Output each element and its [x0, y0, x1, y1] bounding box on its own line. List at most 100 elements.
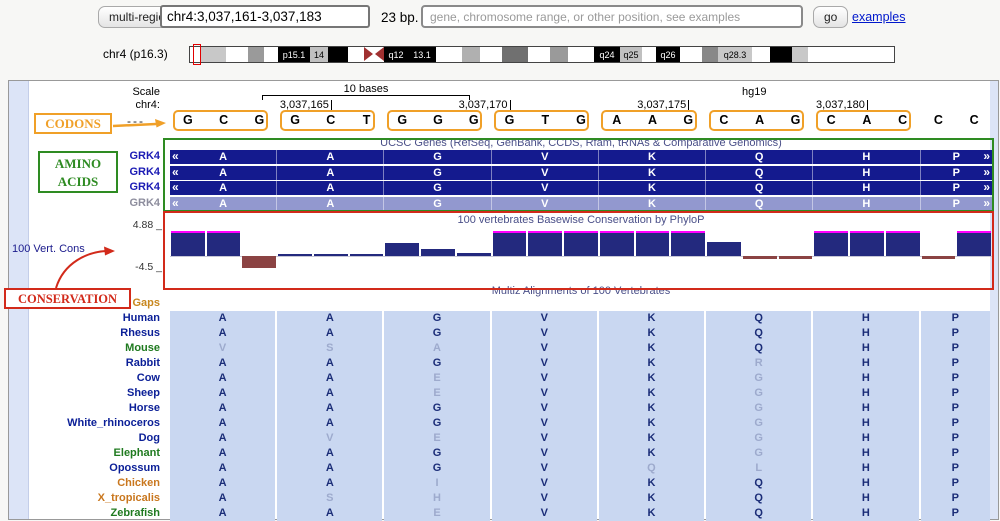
- ideogram-band[interactable]: [436, 47, 462, 62]
- conservation-bar[interactable]: [600, 231, 634, 257]
- ideogram-band[interactable]: [264, 47, 278, 62]
- centromere-icon[interactable]: [364, 47, 384, 62]
- alignment-residue: R: [706, 356, 811, 371]
- gene-exon-bar[interactable]: AAGVKQHP«»: [170, 197, 992, 211]
- ideogram-band[interactable]: p15.1: [278, 47, 310, 62]
- conservation-bar[interactable]: [421, 249, 455, 256]
- species-label[interactable]: Mouse: [10, 341, 160, 356]
- ideogram-band[interactable]: [642, 47, 656, 62]
- ideogram-band[interactable]: [528, 47, 550, 62]
- ideogram-band[interactable]: 14: [310, 47, 328, 62]
- ideogram-band[interactable]: [328, 47, 348, 62]
- conservation-bar[interactable]: [457, 253, 491, 256]
- ideogram-band[interactable]: [480, 47, 502, 62]
- ideogram-label: chr4 (p16.3): [103, 47, 189, 61]
- ideogram-band[interactable]: [248, 47, 264, 62]
- ideogram-band[interactable]: [808, 47, 868, 62]
- conservation-bar[interactable]: [671, 231, 705, 257]
- species-label[interactable]: Opossum: [10, 461, 160, 476]
- conservation-track-title[interactable]: 100 vertebrates Basewise Conservation by…: [170, 214, 992, 226]
- chevrons-right-icon: »: [983, 197, 990, 210]
- alignment-residue: A: [277, 371, 382, 386]
- conservation-bar[interactable]: [779, 256, 813, 259]
- ideogram-band[interactable]: 13.1: [408, 47, 436, 62]
- alignment-residue: H: [813, 401, 918, 416]
- ideogram-band[interactable]: [550, 47, 568, 62]
- species-label[interactable]: Chicken: [10, 476, 160, 491]
- ideogram-band[interactable]: q25: [620, 47, 642, 62]
- genes-track-title[interactable]: UCSC Genes (RefSeq, GenBank, CCDS, Rfam,…: [170, 137, 992, 149]
- ideogram-band[interactable]: q26: [656, 47, 680, 62]
- species-label[interactable]: Horse: [10, 401, 160, 416]
- species-label[interactable]: Human: [10, 311, 160, 326]
- search-input[interactable]: [421, 5, 803, 28]
- species-label[interactable]: White_rhinoceros: [10, 416, 160, 431]
- ideogram-band[interactable]: [680, 47, 702, 62]
- conservation-bar[interactable]: [493, 231, 527, 257]
- alignment-residue: V: [492, 491, 597, 506]
- alignment-residue: H: [813, 311, 918, 326]
- go-button[interactable]: go: [813, 6, 848, 28]
- ideogram-band[interactable]: [568, 47, 594, 62]
- multiz-track-title[interactable]: Multiz Alignments of 100 Vertebrates: [170, 285, 992, 297]
- conservation-bar[interactable]: [707, 242, 741, 256]
- chromosome-ideogram: chr4 (p16.3) p15.114 q1213.1 q24q25 q26 q28.…: [103, 42, 895, 66]
- position-input[interactable]: [160, 5, 370, 28]
- conservation-bar[interactable]: [242, 256, 276, 268]
- species-label[interactable]: Dog: [10, 431, 160, 446]
- examples-link[interactable]: examples: [852, 10, 906, 24]
- conservation-bar[interactable]: [814, 231, 848, 257]
- ideogram-band[interactable]: [792, 47, 808, 62]
- species-label[interactable]: Sheep: [10, 386, 160, 401]
- alignment-residue: P: [921, 461, 990, 476]
- conservation-bar[interactable]: [957, 231, 991, 257]
- alignment-residue: Q: [706, 341, 811, 356]
- conservation-bar[interactable]: [350, 254, 384, 256]
- amino-acid-cell: K: [599, 197, 706, 211]
- ideogram-band[interactable]: q24: [594, 47, 620, 62]
- species-label[interactable]: Rhesus: [10, 326, 160, 341]
- gene-exon-bar[interactable]: AAGVKQHP«»: [170, 166, 992, 180]
- conservation-bar[interactable]: [207, 231, 241, 257]
- conservation-bar[interactable]: [922, 256, 956, 259]
- ideogram-band[interactable]: [752, 47, 770, 62]
- alignment-residue: G: [706, 401, 811, 416]
- ideogram-band[interactable]: q28.3: [718, 47, 752, 62]
- ideogram-band[interactable]: [226, 47, 248, 62]
- amino-acid-cell: P: [921, 150, 992, 164]
- conservation-bar[interactable]: [850, 231, 884, 257]
- gene-row-label[interactable]: GRK4: [20, 197, 160, 209]
- species-label[interactable]: Cow: [10, 371, 160, 386]
- ideogram-band[interactable]: [702, 47, 718, 62]
- ideogram-band[interactable]: [462, 47, 480, 62]
- ideogram-band[interactable]: [348, 47, 364, 62]
- ideogram-band[interactable]: [502, 47, 528, 62]
- alignment-residue: V: [277, 431, 382, 446]
- species-label[interactable]: Zebrafish: [10, 506, 160, 521]
- gene-exon-bar[interactable]: AAGVKQHP«»: [170, 150, 992, 164]
- species-label[interactable]: Elephant: [10, 446, 160, 461]
- conservation-bar[interactable]: [171, 231, 205, 257]
- conservation-bar[interactable]: [385, 243, 419, 256]
- conservation-bar[interactable]: [564, 231, 598, 257]
- assembly-label: hg19: [742, 86, 766, 98]
- ideogram-bands[interactable]: p15.114 q1213.1 q24q25 q26 q28.3: [189, 46, 895, 63]
- ideogram-band[interactable]: [200, 47, 226, 62]
- ideogram-band[interactable]: q12: [384, 47, 408, 62]
- species-label[interactable]: Rabbit: [10, 356, 160, 371]
- conservation-bar[interactable]: [314, 254, 348, 256]
- ideogram-band[interactable]: [770, 47, 792, 62]
- chromosome-label: chr4:: [20, 99, 160, 111]
- conservation-bar[interactable]: [743, 256, 777, 259]
- alignment-residue: A: [277, 386, 382, 401]
- conservation-bar[interactable]: [528, 231, 562, 257]
- conservation-bar[interactable]: [636, 231, 670, 257]
- alignment-residue: P: [921, 431, 990, 446]
- conservation-bar[interactable]: [278, 254, 312, 256]
- conservation-track-label[interactable]: 100 Vert. Cons: [12, 243, 85, 255]
- alignment-residue: K: [599, 416, 704, 431]
- gene-exon-bar[interactable]: AAGVKQHP«»: [170, 181, 992, 195]
- amino-acid-cell: A: [277, 166, 384, 180]
- species-label[interactable]: X_tropicalis: [10, 491, 160, 506]
- conservation-bar[interactable]: [886, 231, 920, 257]
